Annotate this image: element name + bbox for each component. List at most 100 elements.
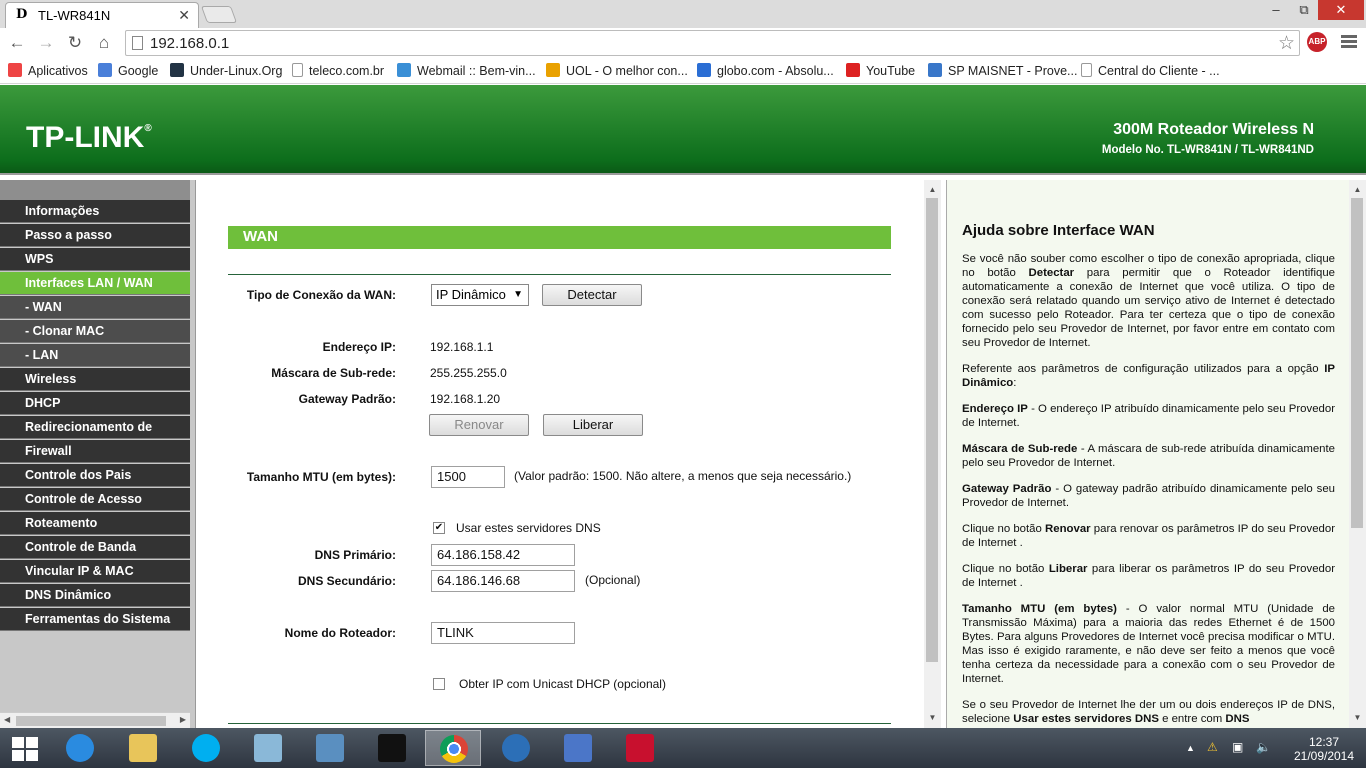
help-scrollbar[interactable]: ▲ ▼ xyxy=(1349,180,1366,728)
installer-icon[interactable] xyxy=(302,730,358,766)
address-bar[interactable]: 192.168.0.1 ☆ xyxy=(125,30,1300,56)
notepad-icon[interactable] xyxy=(240,730,296,766)
bookmark-item[interactable]: YouTube xyxy=(846,63,915,78)
acrobat-icon[interactable] xyxy=(612,730,668,766)
network-icon[interactable] xyxy=(550,730,606,766)
dns1-label: DNS Primário: xyxy=(314,548,396,562)
bookmark-item[interactable]: UOL - O melhor con... xyxy=(546,63,688,78)
release-button[interactable]: Liberar xyxy=(543,414,643,436)
scroll-down-icon[interactable]: ▼ xyxy=(1349,710,1366,726)
help-title: Ajuda sobre Interface WAN xyxy=(962,222,1155,239)
scroll-right-icon[interactable]: ▶ xyxy=(180,715,186,724)
bookmark-item[interactable]: teleco.com.br xyxy=(292,63,384,78)
bookmark-item[interactable]: Central do Cliente - ... xyxy=(1081,63,1220,78)
browser-tab[interactable]: D TL-WR841N ✕ xyxy=(5,2,199,28)
help-bold-term: Máscara de Sub-rede xyxy=(962,443,1078,455)
use-dns-label: Usar estes servidores DNS xyxy=(456,521,601,535)
scroll-left-icon[interactable]: ◀ xyxy=(4,715,10,724)
help-paragraph: Referente aos parâmetros de configuração… xyxy=(962,362,1335,390)
globo-icon xyxy=(697,63,711,77)
conn-type-select[interactable]: IP Dinâmico ▼ xyxy=(431,284,529,306)
network-tray-icon[interactable]: ▣ xyxy=(1232,740,1243,754)
eclipse-icon[interactable] xyxy=(488,730,544,766)
help-bold-term: Gateway Padrão xyxy=(962,483,1052,495)
hostname-input[interactable]: TLINK xyxy=(431,622,575,644)
sidebar-item[interactable]: - LAN xyxy=(0,344,190,367)
warning-icon[interactable]: ⚠ xyxy=(1207,740,1218,754)
divider xyxy=(228,274,891,275)
scroll-up-icon[interactable]: ▲ xyxy=(924,182,941,198)
tab-strip: D TL-WR841N ✕ ‒ ⧉ ✕ xyxy=(0,0,1366,28)
unicast-checkbox[interactable] xyxy=(433,678,445,690)
sidebar-item[interactable]: - Clonar MAC xyxy=(0,320,190,343)
help-text: Referente aos parâmetros de configuração… xyxy=(962,363,1325,375)
minimize-button[interactable]: ‒ xyxy=(1262,0,1290,20)
bookmark-item[interactable]: Under-Linux.Org xyxy=(170,63,282,78)
home-icon[interactable]: ⌂ xyxy=(93,32,115,54)
bookmark-item[interactable]: SP MAISNET - Prove... xyxy=(928,63,1077,78)
mask-label: Máscara de Sub-rede: xyxy=(271,366,396,380)
bookmark-item[interactable]: Google xyxy=(98,63,158,78)
main-scrollbar[interactable]: ▲ ▼ xyxy=(924,180,941,728)
dns2-input[interactable]: 64.186.146.68 xyxy=(431,570,575,592)
renew-button[interactable]: Renovar xyxy=(429,414,529,436)
sidebar-item[interactable]: Informações xyxy=(0,200,190,223)
explorer-icon[interactable] xyxy=(115,730,171,766)
ie-icon[interactable] xyxy=(52,730,108,766)
bookmark-item[interactable]: globo.com - Absolu... xyxy=(697,63,834,78)
bookmark-label: Aplicativos xyxy=(28,64,88,78)
back-icon[interactable]: ← xyxy=(6,32,28,54)
scroll-up-icon[interactable]: ▲ xyxy=(1349,182,1366,198)
bookmark-label: YouTube xyxy=(866,64,916,78)
sidebar-item[interactable]: DHCP xyxy=(0,392,190,415)
sidebar-item[interactable]: Roteamento xyxy=(0,512,190,535)
close-window-button[interactable]: ✕ xyxy=(1318,0,1364,20)
volume-icon[interactable]: 🔈 xyxy=(1256,740,1271,754)
sidebar-item[interactable]: Redirecionamento de Portas xyxy=(0,416,190,457)
help-paragraph: Se você não souber como escolher o tipo … xyxy=(962,252,1335,350)
sidebar-item[interactable]: Vincular IP & MAC xyxy=(0,560,190,583)
main-scroll-thumb[interactable] xyxy=(926,198,938,662)
bookmark-item[interactable]: Webmail :: Bem-vin... xyxy=(397,63,536,78)
mtu-input[interactable]: 1500 xyxy=(431,466,505,488)
adblock-icon[interactable]: ABP xyxy=(1307,32,1327,52)
scroll-down-icon[interactable]: ▼ xyxy=(924,710,941,726)
new-tab-button[interactable] xyxy=(200,6,238,23)
sidebar-item[interactable]: DNS Dinâmico xyxy=(0,584,190,607)
sidebar-item[interactable]: WPS xyxy=(0,248,190,271)
bookmark-label: SP MAISNET - Prove... xyxy=(948,64,1078,78)
forward-icon[interactable]: → xyxy=(35,32,57,54)
tray-expand-icon[interactable]: ▲ xyxy=(1186,743,1195,753)
start-button[interactable] xyxy=(0,730,56,766)
help-scroll-thumb[interactable] xyxy=(1351,198,1363,528)
sidebar-item[interactable]: Ferramentas do Sistema xyxy=(0,608,190,631)
help-paragraph: Tamanho MTU (em bytes) - O valor normal … xyxy=(962,602,1335,686)
reload-icon[interactable]: ↻ xyxy=(64,32,86,54)
webmail-icon xyxy=(397,63,411,77)
sidebar-item[interactable]: Controle dos Pais xyxy=(0,464,190,487)
chrome-menu-icon[interactable] xyxy=(1341,33,1357,51)
bookmark-star-icon[interactable]: ☆ xyxy=(1278,32,1295,55)
scroll-thumb[interactable] xyxy=(16,716,166,726)
dns1-input[interactable]: 64.186.158.42 xyxy=(431,544,575,566)
chrome-icon[interactable] xyxy=(425,730,481,766)
sidebar-top-bar xyxy=(0,180,190,200)
bookmark-item[interactable]: Aplicativos xyxy=(8,63,88,78)
clock[interactable]: 12:37 21/09/2014 xyxy=(1283,735,1365,763)
tab-close-icon[interactable]: ✕ xyxy=(178,7,190,24)
restore-button[interactable]: ⧉ xyxy=(1290,0,1318,20)
sidebar-item[interactable]: - WAN xyxy=(0,296,190,319)
sidebar-item[interactable]: Firewall xyxy=(0,440,190,463)
sidebar-item[interactable]: Passo a passo xyxy=(0,224,190,247)
use-dns-checkbox[interactable]: ✔ xyxy=(433,522,445,534)
sidebar-hscrollbar[interactable]: ◀ ▶ xyxy=(0,712,190,728)
gateway-label: Gateway Padrão: xyxy=(298,392,396,406)
help-text: Clique no botão xyxy=(962,523,1046,535)
detect-button[interactable]: Detectar xyxy=(542,284,642,306)
cmd-icon[interactable] xyxy=(364,730,420,766)
sidebar-item[interactable]: Wireless xyxy=(0,368,190,391)
sidebar-item[interactable]: Interfaces LAN / WAN xyxy=(0,272,190,295)
sidebar-item[interactable]: Controle de Acesso xyxy=(0,488,190,511)
skype-icon[interactable] xyxy=(178,730,234,766)
sidebar-item[interactable]: Controle de Banda xyxy=(0,536,190,559)
